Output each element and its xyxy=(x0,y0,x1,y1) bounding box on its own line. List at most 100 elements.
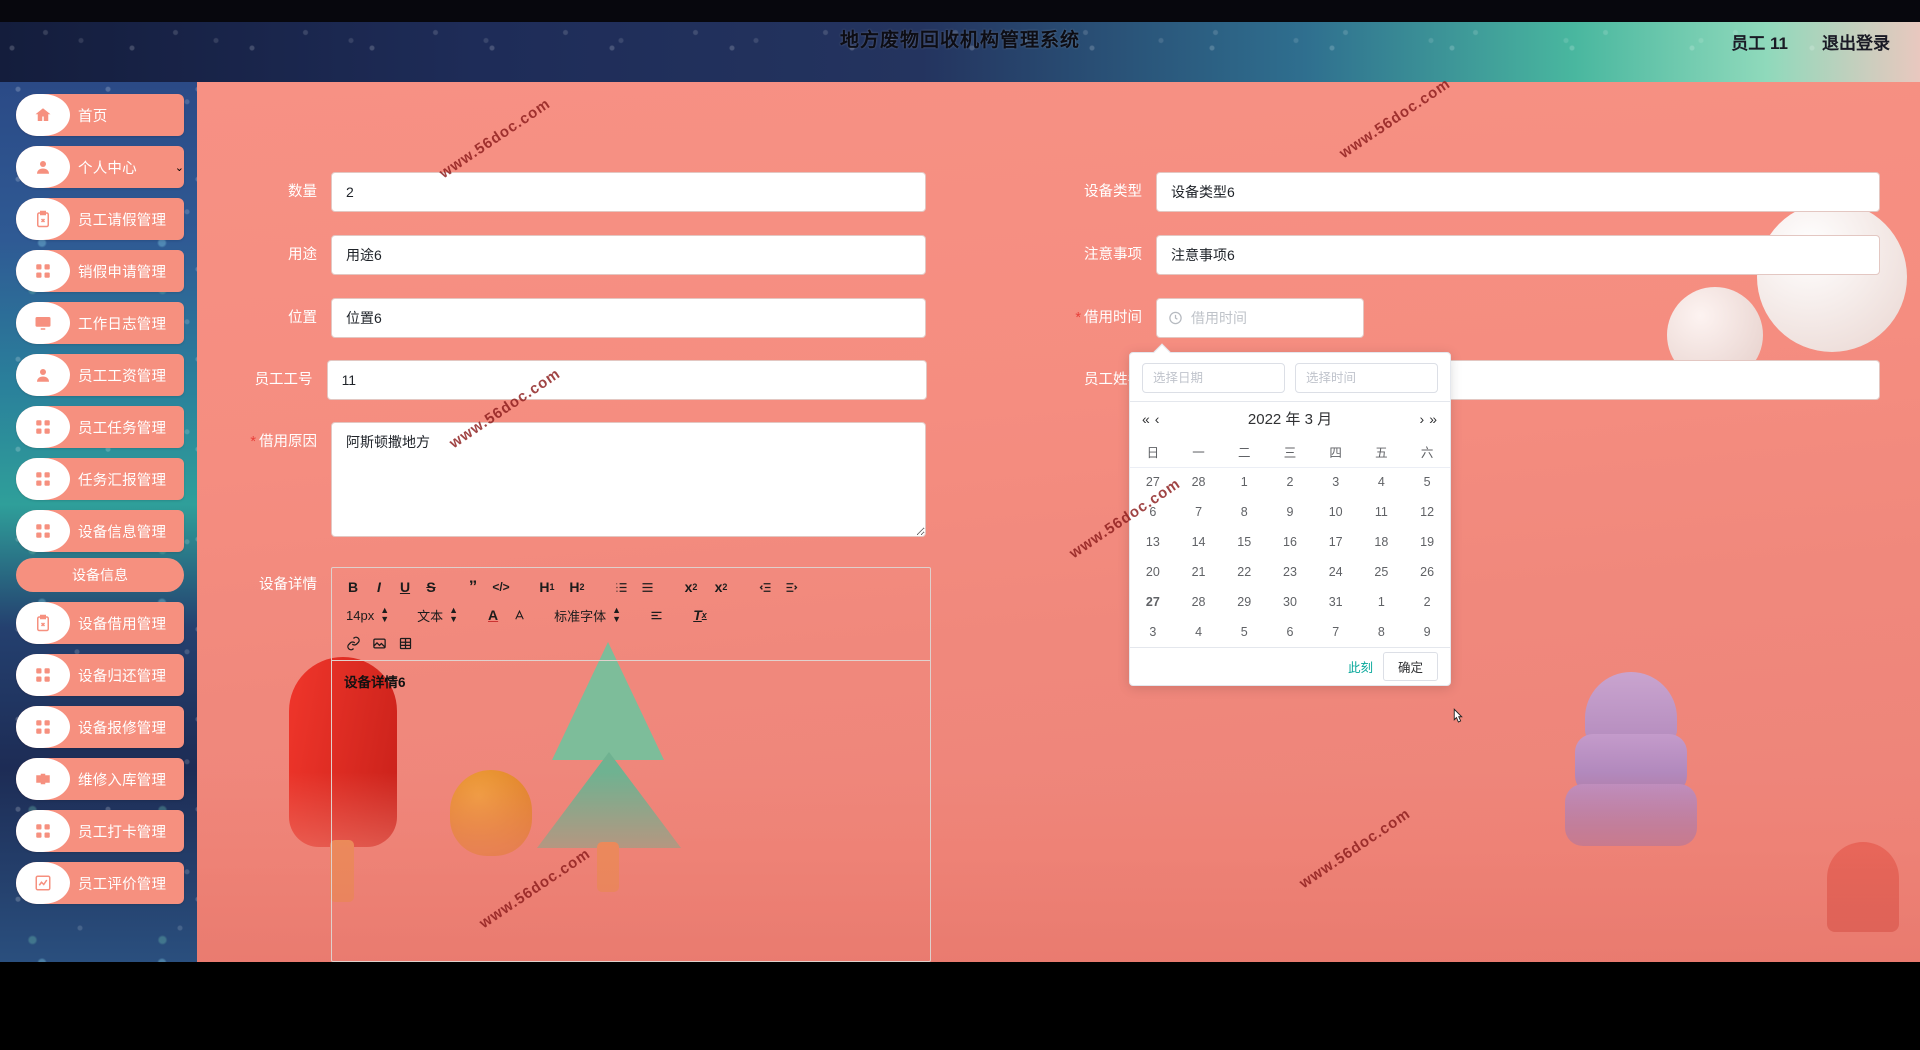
table-icon[interactable] xyxy=(392,631,418,655)
calendar-day-cell[interactable]: 20 xyxy=(1130,557,1176,587)
sidebar-item-2[interactable]: 员工请假管理 xyxy=(16,198,184,240)
calendar-day-cell[interactable]: 8 xyxy=(1221,497,1267,527)
logout-button[interactable]: 退出登录 xyxy=(1822,29,1890,54)
calendar-day-cell[interactable]: 4 xyxy=(1176,617,1222,647)
clock-icon xyxy=(1168,311,1183,326)
heading2-button[interactable]: H2 xyxy=(562,575,592,599)
calendar-day-cell[interactable]: 22 xyxy=(1221,557,1267,587)
calendar-day-cell[interactable]: 26 xyxy=(1404,557,1450,587)
sidebar-submenu-device-info[interactable]: 设备信息 xyxy=(16,558,184,592)
notes-input[interactable] xyxy=(1156,235,1880,275)
calendar-day-cell[interactable]: 28 xyxy=(1175,466,1222,497)
sidebar-item-6[interactable]: 员工任务管理 xyxy=(16,406,184,448)
calendar-day-cell[interactable]: 27 xyxy=(1130,466,1176,497)
font-family-select[interactable]: 标准字体 ▲ ▼ xyxy=(548,606,627,625)
employee-id-input[interactable] xyxy=(326,360,927,400)
borrow-reason-textarea[interactable]: 阿斯顿撒地方 xyxy=(331,422,926,537)
calendar-day-cell[interactable]: 19 xyxy=(1404,527,1450,557)
heading1-button[interactable]: H1 xyxy=(532,575,562,599)
calendar-day-cell[interactable]: 15 xyxy=(1221,527,1267,557)
purpose-input[interactable] xyxy=(331,235,926,275)
indent-icon[interactable] xyxy=(778,575,804,599)
editor-content[interactable]: 设备详情6 xyxy=(332,661,930,701)
sidebar-item-0[interactable]: 设备借用管理 xyxy=(16,602,184,644)
calendar-day-cell[interactable]: 4 xyxy=(1358,466,1405,497)
prev-year-button[interactable]: « xyxy=(1142,411,1151,427)
device-type-input[interactable] xyxy=(1156,172,1880,212)
sidebar-item-7[interactable]: 任务汇报管理 xyxy=(16,458,184,500)
superscript-button[interactable]: x2 xyxy=(706,575,736,599)
outdent-icon[interactable] xyxy=(752,575,778,599)
align-icon[interactable] xyxy=(643,603,669,627)
strikethrough-button[interactable]: S xyxy=(418,575,444,599)
sidebar-item-5[interactable]: 员工工资管理 xyxy=(16,354,184,396)
calendar-day-cell[interactable]: 1 xyxy=(1359,587,1405,617)
next-month-button[interactable]: › xyxy=(1420,411,1426,427)
location-input[interactable] xyxy=(331,298,926,338)
calendar-day-cell[interactable]: 21 xyxy=(1176,557,1222,587)
calendar-day-cell[interactable]: 29 xyxy=(1221,587,1267,617)
calendar-day-cell[interactable]: 6 xyxy=(1130,497,1176,527)
calendar-day-cell[interactable]: 10 xyxy=(1313,497,1359,527)
calendar-day-cell[interactable]: 31 xyxy=(1313,587,1359,617)
calendar-day-cell[interactable]: 7 xyxy=(1313,617,1359,647)
sidebar-item-3[interactable]: 销假申请管理 xyxy=(16,250,184,292)
next-year-button[interactable]: » xyxy=(1429,411,1438,427)
borrow-time-input[interactable] xyxy=(1156,298,1364,338)
date-select-input[interactable] xyxy=(1142,363,1285,393)
calendar-day-cell[interactable]: 27 xyxy=(1130,587,1176,617)
underline-button[interactable]: U xyxy=(392,575,418,599)
subscript-button[interactable]: x2 xyxy=(676,575,706,599)
calendar-day-cell[interactable]: 3 xyxy=(1130,617,1176,647)
clear-format-button[interactable]: Tx xyxy=(685,603,715,627)
calendar-day-cell[interactable]: 7 xyxy=(1176,497,1222,527)
calendar-day-cell[interactable]: 9 xyxy=(1404,617,1450,647)
sidebar-item-0[interactable]: 首页 xyxy=(16,94,184,136)
sidebar-item-2[interactable]: 设备报修管理 xyxy=(16,706,184,748)
bold-button[interactable]: B xyxy=(340,575,366,599)
time-select-input[interactable] xyxy=(1295,363,1438,393)
calendar-day-cell[interactable]: 24 xyxy=(1313,557,1359,587)
sidebar-item-4[interactable]: 工作日志管理 xyxy=(16,302,184,344)
blockquote-button[interactable]: ” xyxy=(460,575,486,599)
calendar-day-cell[interactable]: 25 xyxy=(1359,557,1405,587)
confirm-button[interactable]: 确定 xyxy=(1382,652,1438,681)
ordered-list-icon[interactable] xyxy=(608,575,634,599)
sidebar-item-1[interactable]: 个人中心 ⌄ xyxy=(16,146,184,188)
font-color-button[interactable]: A xyxy=(480,603,506,627)
calendar-day-cell[interactable]: 1 xyxy=(1221,466,1268,497)
image-icon[interactable] xyxy=(366,631,392,655)
calendar-day-cell[interactable]: 8 xyxy=(1359,617,1405,647)
calendar-day-cell[interactable]: 18 xyxy=(1359,527,1405,557)
now-link[interactable]: 此刻 xyxy=(1348,657,1373,676)
bullet-list-icon[interactable] xyxy=(634,575,660,599)
link-icon[interactable] xyxy=(340,631,366,655)
calendar-day-cell[interactable]: 2 xyxy=(1267,466,1313,497)
code-block-button[interactable]: </> xyxy=(486,575,516,599)
sidebar-item-8[interactable]: 设备信息管理 xyxy=(16,510,184,552)
calendar-day-cell[interactable]: 5 xyxy=(1404,466,1450,497)
italic-button[interactable]: I xyxy=(366,575,392,599)
calendar-day-cell[interactable]: 9 xyxy=(1267,497,1313,527)
calendar-day-cell[interactable]: 14 xyxy=(1176,527,1222,557)
sidebar-item-5[interactable]: 员工评价管理 xyxy=(16,862,184,904)
calendar-day-cell[interactable]: 3 xyxy=(1312,466,1359,497)
calendar-day-cell[interactable]: 11 xyxy=(1359,497,1405,527)
sidebar-item-3[interactable]: 维修入库管理 xyxy=(16,758,184,800)
calendar-day-cell[interactable]: 17 xyxy=(1313,527,1359,557)
calendar-day-cell[interactable]: 2 xyxy=(1404,587,1450,617)
calendar-day-cell[interactable]: 30 xyxy=(1267,587,1313,617)
calendar-day-cell[interactable]: 23 xyxy=(1267,557,1313,587)
calendar-day-cell[interactable]: 5 xyxy=(1221,617,1267,647)
text-style-select[interactable]: 文本 ▲ ▼ xyxy=(411,606,464,625)
bg-color-icon[interactable] xyxy=(506,603,532,627)
font-size-select[interactable]: 14px ▲ ▼ xyxy=(340,606,395,624)
sidebar-item-1[interactable]: 设备归还管理 xyxy=(16,654,184,696)
sidebar-item-4[interactable]: 员工打卡管理 xyxy=(16,810,184,852)
calendar-day-cell[interactable]: 28 xyxy=(1176,587,1222,617)
calendar-day-cell[interactable]: 16 xyxy=(1267,527,1313,557)
calendar-day-cell[interactable]: 12 xyxy=(1404,497,1450,527)
calendar-day-cell[interactable]: 6 xyxy=(1267,617,1313,647)
quantity-input[interactable] xyxy=(331,172,926,212)
calendar-day-cell[interactable]: 13 xyxy=(1130,527,1176,557)
